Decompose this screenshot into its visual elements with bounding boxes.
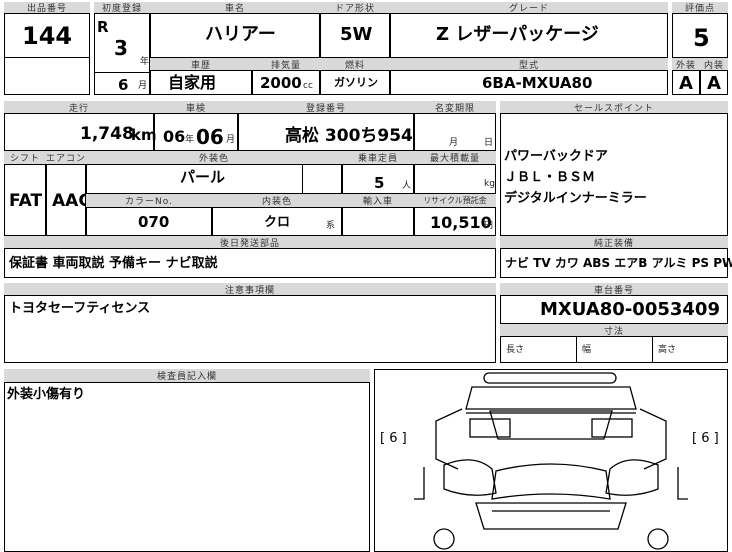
reg-year: 3 — [114, 36, 128, 60]
sales-line-1: パワーバックドア — [504, 149, 608, 164]
grade: Z レザーパッケージ — [436, 24, 599, 45]
month-unit: 月 — [138, 81, 148, 91]
first-reg-header: 初度登録 — [94, 2, 150, 13]
year-unit: 年 — [140, 57, 150, 67]
dims-header: 寸法 — [500, 324, 728, 336]
mileage: 1,748 — [80, 124, 134, 144]
parts-list: 保証書 車両取説 予備キー ナビ取説 — [9, 256, 218, 271]
model-code: 6BA-MXUA80 — [482, 74, 593, 92]
fuel: ガソリン — [334, 76, 378, 89]
capacity-header: 乗車定員 — [342, 151, 414, 164]
disp-unit: cc — [303, 81, 313, 91]
color-number: 070 — [138, 213, 170, 231]
intcolor-header: 内装色 — [212, 194, 342, 207]
plate-header: 登録番号 — [238, 101, 414, 113]
plate-number: 高松 300ち954 — [285, 126, 413, 146]
car-name-header: 車名 — [150, 2, 320, 13]
grade-header: グレード — [390, 2, 668, 13]
import-header: 輸入車 — [342, 194, 414, 207]
load-header: 最大積載量 — [414, 151, 496, 164]
int-grade: A — [707, 73, 721, 94]
door-header: ドア形状 — [320, 2, 390, 13]
disp-header: 排気量 — [252, 58, 320, 70]
equipment-header: 純正装備 — [500, 236, 728, 248]
shift-header: シフト — [4, 151, 46, 164]
inspector-text: 外装小傷有り — [7, 387, 86, 402]
shift: FAT — [9, 191, 43, 211]
era: R — [97, 18, 109, 36]
expiry-header: 名変期限 — [414, 101, 496, 113]
notes-text: トヨタセーフティセンス — [9, 301, 151, 316]
capacity: 5 — [374, 174, 385, 192]
inspection-header: 車検 — [154, 101, 238, 113]
sales-header: セールスポイント — [500, 101, 728, 113]
mileage-unit: km — [131, 126, 157, 144]
interior-color: クロ — [264, 215, 291, 230]
sales-line-2: ＪＢＬ・ＢＳＭ — [504, 170, 596, 185]
model-header: 型式 — [390, 58, 668, 70]
color-header: 外装色 — [86, 151, 342, 164]
ac-header: エアコン — [46, 151, 86, 164]
lot-number: 144 — [22, 22, 73, 50]
chassis-number: MXUA80-0053409 — [540, 299, 720, 320]
parts-header: 後日発送部品 — [4, 236, 496, 248]
car-outline-diagram — [414, 372, 688, 550]
sales-line-3: デジタルインナーミラー — [504, 191, 647, 206]
recycle-header: リサイクル預託金 — [414, 194, 496, 207]
usage: 自家用 — [168, 73, 217, 92]
exterior-color: パール — [180, 168, 226, 186]
auction-sheet: 出品番号 144 初度登録 R 3 年 6 月 車名 ハリアー ドア形状 5W … — [0, 0, 732, 552]
lot-header: 出品番号 — [4, 2, 90, 13]
equipment-list: ナビ TV カワ ABS エアB アルミ PS PW — [505, 256, 732, 270]
chassis-header: 車台番号 — [500, 283, 728, 295]
reg-month: 6 — [118, 76, 129, 94]
inspection-month: 06 — [196, 125, 224, 149]
int-header: 内装 — [700, 58, 728, 70]
car-name: ハリアー — [205, 24, 276, 45]
colorno-header: カラーNo. — [86, 194, 212, 207]
ext-grade: A — [679, 73, 693, 94]
displacement: 2000 — [260, 74, 302, 92]
score-header: 評価点 — [672, 2, 728, 13]
door-type: 5W — [340, 24, 373, 45]
recycle-fee: 10,510 — [430, 213, 492, 232]
ext-header: 外装 — [672, 58, 700, 70]
notes-header: 注意事項欄 — [4, 283, 496, 295]
score: 5 — [693, 24, 710, 52]
inspector-header: 検査員記入欄 — [4, 369, 370, 382]
mileage-header: 走行 — [4, 101, 154, 113]
air-conditioner: AAC — [52, 191, 91, 211]
fuel-header: 燃料 — [320, 58, 390, 70]
inspection-year: 06 — [163, 127, 186, 146]
usage-header: 車歴 — [150, 58, 252, 70]
